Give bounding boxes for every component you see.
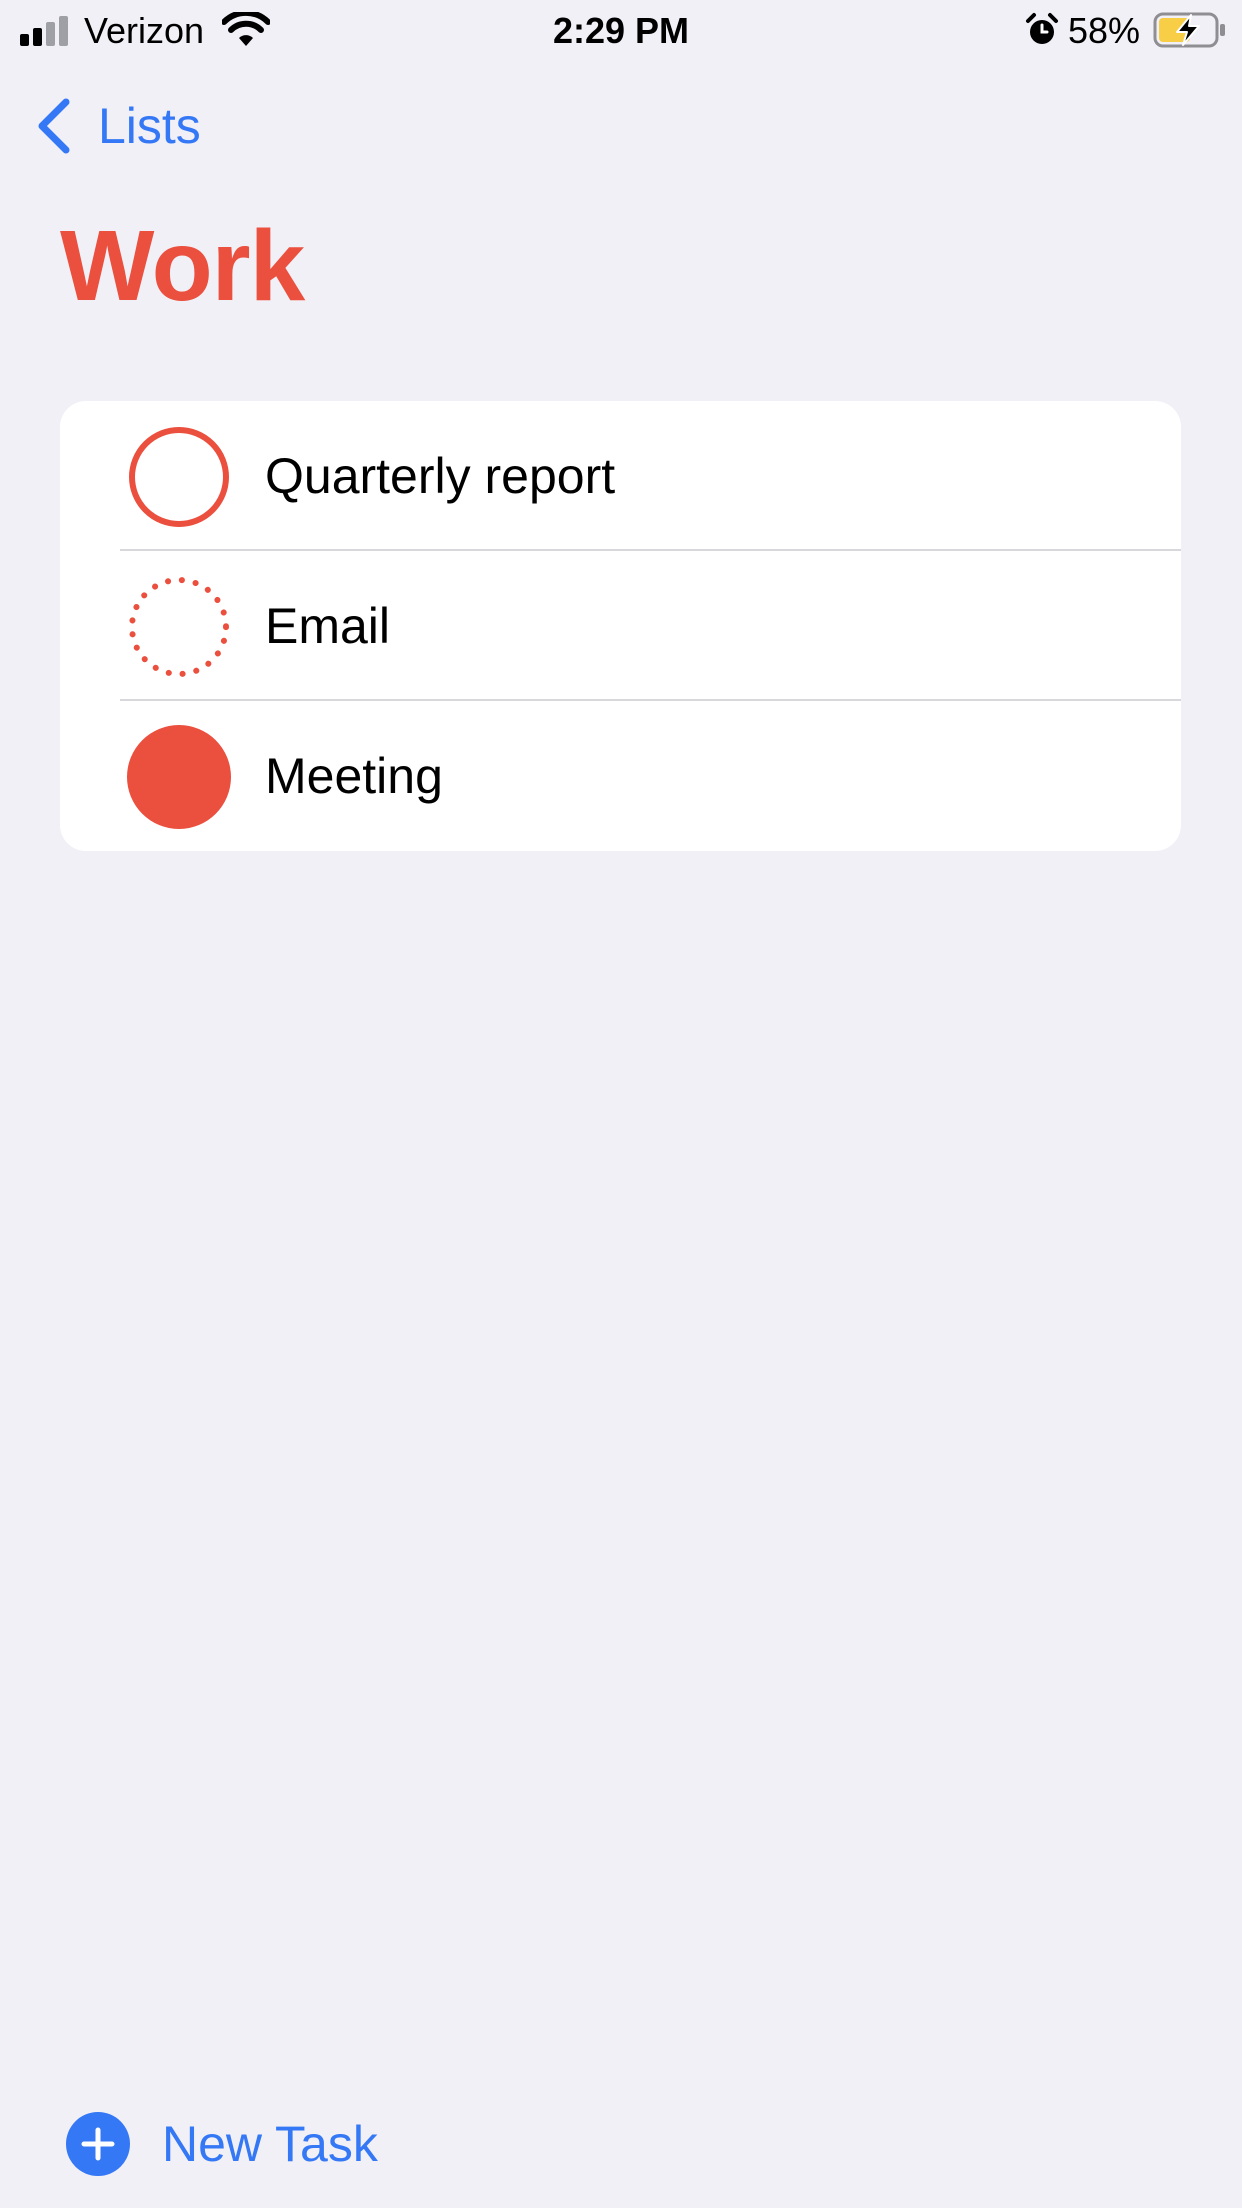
incomplete-circle-icon[interactable] [127, 425, 231, 529]
task-label[interactable]: Meeting [265, 746, 443, 806]
task-row[interactable]: Quarterly report [60, 401, 1181, 551]
status-bar: Verizon 2:29 PM 58% [0, 0, 1242, 62]
battery-percent: 58% [1068, 10, 1141, 51]
plus-circle-icon [66, 2112, 130, 2176]
new-task-button[interactable]: New Task [66, 2112, 378, 2176]
task-label[interactable]: Quarterly report [265, 446, 615, 506]
back-button[interactable]: Lists [36, 96, 201, 156]
chevron-left-icon [38, 98, 70, 154]
dotted-circle-icon[interactable] [127, 575, 231, 679]
back-label: Lists [98, 98, 201, 154]
task-label[interactable]: Email [265, 596, 390, 656]
battery-charging-icon [1153, 12, 1225, 48]
new-task-label: New Task [162, 2116, 378, 2172]
alarm-icon [1026, 13, 1058, 44]
page-title: Work [60, 210, 305, 322]
task-row[interactable]: Email [60, 551, 1181, 701]
task-list: Quarterly report Email Meeting [60, 401, 1181, 851]
task-row[interactable]: Meeting [60, 701, 1181, 851]
filled-circle-icon[interactable] [127, 725, 231, 829]
